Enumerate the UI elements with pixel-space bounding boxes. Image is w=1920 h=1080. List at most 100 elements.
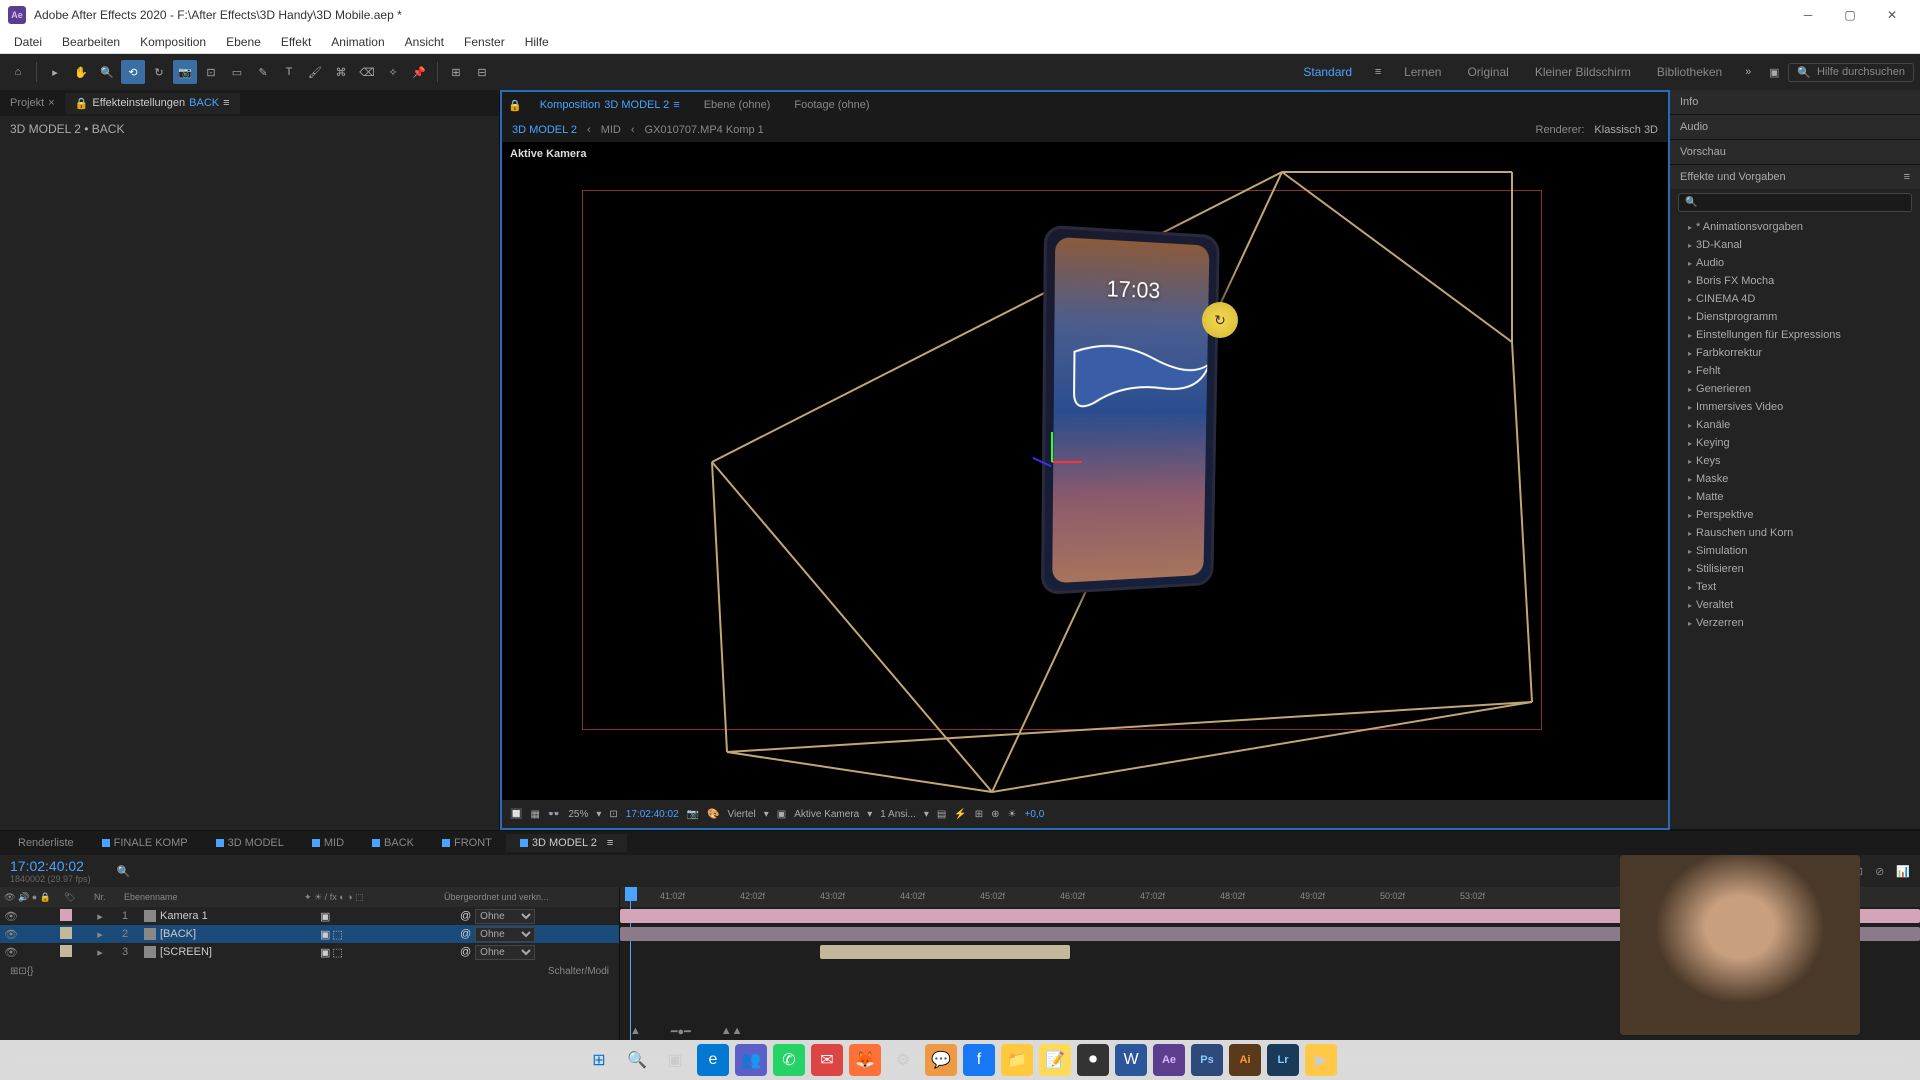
effects-category[interactable]: ▸CINEMA 4D: [1670, 290, 1920, 308]
transform-gizmo[interactable]: [1032, 442, 1072, 482]
motion-blur-icon[interactable]: ⊘: [1875, 865, 1884, 878]
effects-category[interactable]: ▸3D-Kanal: [1670, 236, 1920, 254]
menu-komposition[interactable]: Komposition: [130, 33, 216, 51]
graph-editor-icon[interactable]: 📊: [1896, 865, 1910, 878]
timeline-tab[interactable]: MID: [298, 834, 358, 852]
channel-icon[interactable]: 🎨: [707, 809, 719, 820]
menu-effekt[interactable]: Effekt: [271, 33, 321, 51]
workspace-lernen[interactable]: Lernen: [1392, 61, 1453, 83]
panel-info[interactable]: Info: [1670, 90, 1920, 114]
workspace-original[interactable]: Original: [1455, 61, 1520, 83]
close-icon[interactable]: ×: [48, 97, 54, 109]
fast-preview-icon[interactable]: ⚡: [954, 809, 966, 820]
puppet-tool[interactable]: 📌: [407, 60, 431, 84]
workspace-kleiner[interactable]: Kleiner Bildschirm: [1523, 61, 1643, 83]
panel-toggle-icon[interactable]: ▣: [1762, 60, 1786, 84]
chevron-down-icon[interactable]: ▾: [867, 809, 872, 820]
timeline-tab[interactable]: 3D MODEL: [202, 834, 298, 852]
panel-menu-icon[interactable]: ≡: [673, 99, 679, 111]
pen-tool[interactable]: ✎: [251, 60, 275, 84]
menu-fenster[interactable]: Fenster: [454, 33, 515, 51]
switch-adj-icon[interactable]: ◑: [347, 892, 352, 902]
effects-category[interactable]: ▸Farbkorrektur: [1670, 344, 1920, 362]
switch-3d-icon[interactable]: ⬚: [332, 928, 342, 941]
effects-category[interactable]: ▸Stilisieren: [1670, 560, 1920, 578]
switch-3d-icon[interactable]: ⬚: [355, 892, 364, 902]
switch-icon[interactable]: ▣: [320, 946, 330, 959]
taskbar-windows-icon[interactable]: ⊞: [583, 1044, 615, 1076]
chevron-left-icon[interactable]: ‹: [587, 124, 591, 136]
snap-icon[interactable]: ⊞: [444, 60, 468, 84]
close-button[interactable]: ✕: [1872, 1, 1912, 29]
layer-name[interactable]: Kamera 1: [160, 910, 208, 922]
timeline-tab[interactable]: FRONT: [428, 834, 506, 852]
panel-menu-icon[interactable]: ≡: [223, 97, 229, 109]
home-icon[interactable]: ⌂: [6, 60, 30, 84]
toggle-switches-icon[interactable]: ⊞: [10, 966, 18, 977]
chevron-right-icon[interactable]: ▸: [90, 928, 110, 941]
tab-effect-settings[interactable]: 🔒 Effekteinstellungen BACK ≡: [65, 93, 240, 114]
lock-icon[interactable]: 🔒: [508, 99, 522, 112]
menu-ebene[interactable]: Ebene: [216, 33, 271, 51]
zoom-slider[interactable]: ━●━: [671, 1025, 691, 1038]
brush-tool[interactable]: 🖌: [303, 60, 327, 84]
label-color[interactable]: [60, 909, 72, 921]
flowchart-icon[interactable]: ⊕: [991, 809, 999, 820]
chevron-down-icon[interactable]: ▾: [596, 809, 601, 820]
solo-column-icon[interactable]: ●: [32, 892, 37, 902]
effects-category[interactable]: ▸Veraltet: [1670, 596, 1920, 614]
selection-tool[interactable]: ▸: [43, 60, 67, 84]
taskbar-ai-icon[interactable]: Ai: [1229, 1044, 1261, 1076]
pickwhip-icon[interactable]: @: [460, 928, 471, 940]
timeline-layer-row[interactable]: 👁▸3[SCREEN]▣⬚@Ohne: [0, 943, 619, 961]
snapshot-icon[interactable]: 📷: [687, 809, 699, 820]
switch-3d-icon[interactable]: ⬚: [332, 946, 342, 959]
gizmo-y-axis[interactable]: [1051, 432, 1053, 462]
switch-fx-icon[interactable]: fx: [330, 892, 337, 902]
minimize-button[interactable]: ─: [1788, 1, 1828, 29]
help-search[interactable]: 🔍 Hilfe durchsuchen: [1788, 63, 1914, 82]
layer-name[interactable]: [BACK]: [160, 928, 196, 940]
visibility-toggle-icon[interactable]: 👁: [4, 910, 16, 923]
chevron-left-icon[interactable]: ‹: [631, 124, 635, 136]
pan-behind-tool[interactable]: ⊡: [199, 60, 223, 84]
taskbar-firefox-icon[interactable]: 🦊: [849, 1044, 881, 1076]
brackets-icon[interactable]: {}: [27, 966, 34, 977]
effects-category[interactable]: ▸Perspektive: [1670, 506, 1920, 524]
label-column-icon[interactable]: 🏷: [64, 892, 75, 902]
switch-blur-icon[interactable]: ◐: [339, 892, 344, 902]
footer-timecode[interactable]: 17:02:40:02: [626, 809, 679, 820]
views-select[interactable]: 1 Ansi...: [880, 809, 916, 820]
maximize-button[interactable]: ▢: [1830, 1, 1870, 29]
effects-tree[interactable]: ▸* Animationsvorgaben▸3D-Kanal▸Audio▸Bor…: [1670, 216, 1920, 829]
exposure-value[interactable]: +0,0: [1025, 809, 1045, 820]
panel-preview[interactable]: Vorschau: [1670, 140, 1920, 164]
switch-shy-icon[interactable]: ✦: [304, 892, 312, 902]
label-color[interactable]: [60, 927, 72, 939]
effects-category[interactable]: ▸Generieren: [1670, 380, 1920, 398]
effects-category[interactable]: ▸Immersives Video: [1670, 398, 1920, 416]
workspace-overflow-icon[interactable]: »: [1736, 60, 1760, 84]
pickwhip-icon[interactable]: @: [460, 910, 471, 922]
timeline-icon[interactable]: ⊞: [975, 809, 983, 820]
layer-name-header[interactable]: Ebenenname: [120, 892, 300, 902]
mask-icon[interactable]: 👓: [548, 809, 560, 820]
clone-tool[interactable]: ⌘: [329, 60, 353, 84]
zoom-in-icon[interactable]: ▲▲: [721, 1025, 743, 1038]
nav-comp-clip[interactable]: GX010707.MP4 Komp 1: [645, 124, 764, 136]
taskbar-edge-icon[interactable]: e: [697, 1044, 729, 1076]
effects-category[interactable]: ▸Dienstprogramm: [1670, 308, 1920, 326]
grid-icon[interactable]: ▦: [530, 809, 539, 820]
rotate-tool[interactable]: ↻: [147, 60, 171, 84]
nav-comp-mid[interactable]: MID: [601, 124, 621, 136]
taskbar-whatsapp-icon[interactable]: ✆: [773, 1044, 805, 1076]
visibility-column-icon[interactable]: 👁: [4, 892, 15, 902]
shape-tool[interactable]: ▭: [225, 60, 249, 84]
label-color[interactable]: [60, 945, 72, 957]
taskbar-search-icon[interactable]: 🔍: [621, 1044, 653, 1076]
switch-quality-icon[interactable]: /: [325, 892, 328, 902]
menu-bearbeiten[interactable]: Bearbeiten: [52, 33, 130, 51]
taskbar-explorer-icon[interactable]: 📁: [1001, 1044, 1033, 1076]
panel-menu-icon[interactable]: ≡: [1904, 171, 1910, 183]
quality-select[interactable]: Viertel: [728, 809, 756, 820]
